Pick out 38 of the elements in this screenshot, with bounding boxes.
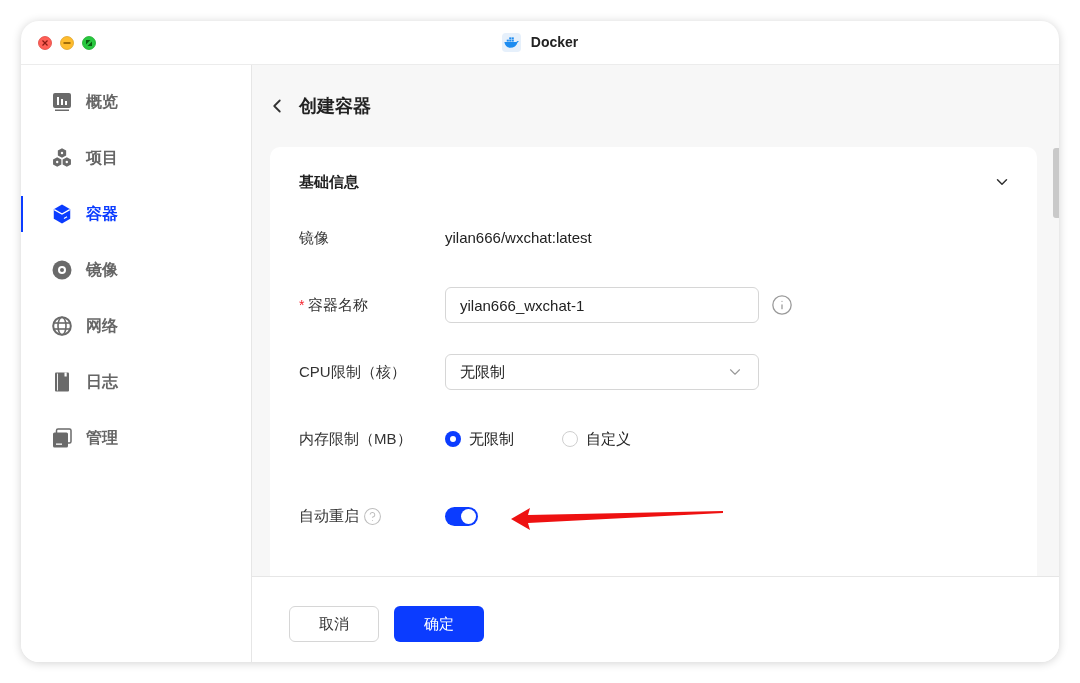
whale-logo-icon xyxy=(501,33,521,52)
field-value: yilan666/wxchat:latest xyxy=(445,227,592,248)
page-title: 创建容器 xyxy=(299,94,371,118)
dropdown-select[interactable]: 无限制 xyxy=(445,354,759,390)
field-label: 自动重启 xyxy=(299,505,359,526)
toggle-switch[interactable] xyxy=(445,506,478,526)
cancel-button[interactable]: 取消 xyxy=(289,606,379,642)
confirm-button[interactable]: 确定 xyxy=(394,606,484,642)
info-icon[interactable] xyxy=(771,294,793,316)
section-title: 基础信息 xyxy=(299,171,359,192)
sidebar-item[interactable]: 网络 xyxy=(21,298,251,354)
minimize-icon[interactable] xyxy=(60,35,74,50)
bar-chart-icon xyxy=(52,92,72,112)
radio-option[interactable]: 自定义 xyxy=(562,427,631,451)
sidebar-item[interactable]: 管理 xyxy=(21,410,251,466)
sidebar-item[interactable]: 项目 xyxy=(21,130,251,186)
sidebar-item[interactable]: 镜像 xyxy=(21,242,251,298)
field-label: 容器名称 xyxy=(308,294,369,315)
radio-option[interactable]: 无限制 xyxy=(445,427,514,451)
cube-icon xyxy=(52,204,72,224)
field-label: 镜像 xyxy=(299,227,329,248)
sidebar-item[interactable]: 概览 xyxy=(21,74,251,130)
globe-icon xyxy=(52,316,72,336)
field-label: CPU限制（核） xyxy=(299,361,406,382)
active-indicator xyxy=(21,196,23,232)
disc-icon xyxy=(52,260,72,280)
notebook-icon xyxy=(52,372,72,392)
maximize-icon[interactable] xyxy=(82,35,96,50)
field-label: 内存限制（MB） xyxy=(299,428,412,449)
sidebar-item[interactable]: 日志 xyxy=(21,354,251,410)
text-input[interactable]: yilan666_wxchat-1 xyxy=(445,287,759,323)
close-icon[interactable] xyxy=(38,35,52,50)
sidebar-item[interactable]: 容器 xyxy=(21,186,251,242)
cubes-icon xyxy=(52,148,72,168)
required-mark: * xyxy=(299,295,305,315)
stacked-windows-icon xyxy=(52,428,72,448)
window-title: Docker xyxy=(530,33,579,52)
scrollbar-thumb[interactable] xyxy=(1053,148,1059,218)
